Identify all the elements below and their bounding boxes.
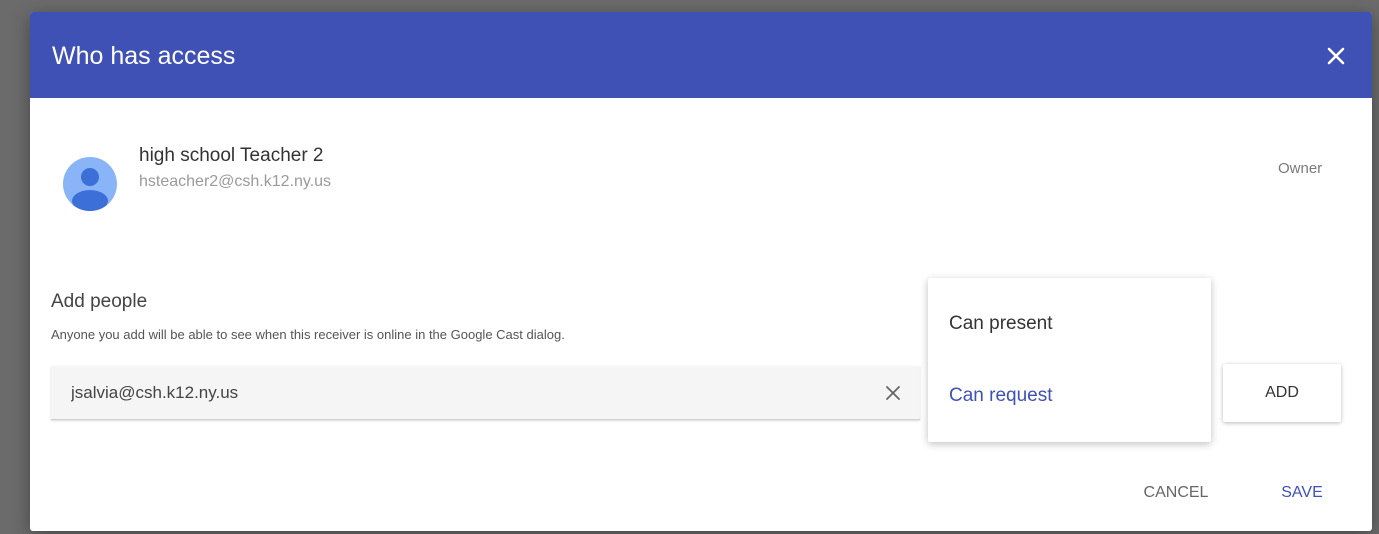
menu-item-can-request[interactable]: Can request (928, 366, 1211, 426)
dialog-title: Who has access (52, 42, 236, 70)
person-icon (72, 168, 108, 211)
avatar (63, 157, 117, 211)
dialog-header: Who has access (30, 12, 1372, 98)
permission-dropdown-menu: Can present Can request (928, 278, 1211, 442)
add-people-description: Anyone you add will be able to see when … (51, 327, 565, 342)
cancel-button[interactable]: CANCEL (1128, 480, 1224, 506)
close-button[interactable] (1320, 40, 1352, 72)
add-button[interactable]: ADD (1223, 364, 1341, 422)
save-button[interactable]: SAVE (1268, 480, 1336, 506)
menu-item-can-present[interactable]: Can present (928, 294, 1211, 354)
add-people-title: Add people (51, 291, 148, 312)
email-input-field (51, 366, 920, 420)
email-input[interactable] (51, 366, 871, 419)
owner-role-label: Owner (1278, 160, 1323, 177)
clear-icon (886, 386, 900, 400)
close-icon (1327, 47, 1345, 65)
access-dialog: Who has access high school Teacher 2 hst… (30, 12, 1372, 531)
clear-input-button[interactable] (879, 379, 907, 407)
owner-name: high school Teacher 2 (139, 145, 324, 166)
owner-email: hsteacher2@csh.k12.ny.us (139, 173, 332, 190)
